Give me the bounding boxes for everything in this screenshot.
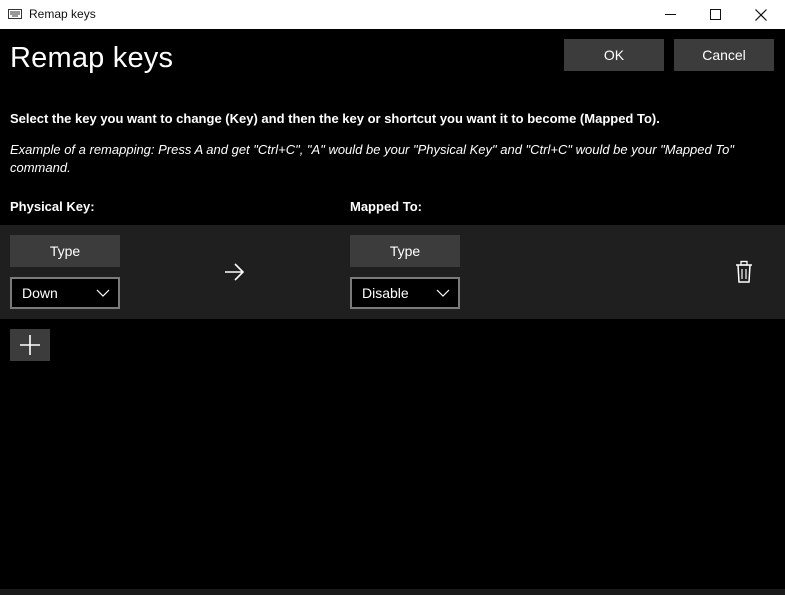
remap-row: Type Down Type Disable [0, 225, 785, 319]
arrow-right-icon [225, 263, 245, 281]
example-text: Example of a remapping: Press A and get … [10, 142, 734, 175]
close-button[interactable] [738, 0, 784, 29]
plus-icon [20, 335, 40, 355]
keyboard-icon [8, 9, 22, 19]
remap-keys-window: Remap keys Remap keys OK Cancel Select t… [0, 0, 785, 595]
physical-key-value: Down [22, 285, 58, 301]
instructions-text: Select the key you want to change (Key) … [10, 111, 660, 126]
mapped-key-value: Disable [362, 285, 409, 301]
add-remap-button[interactable] [10, 329, 50, 361]
physical-type-button[interactable]: Type [10, 235, 120, 267]
page-title: Remap keys [10, 42, 174, 74]
mapped-to-label: Mapped To: [350, 199, 422, 214]
minimize-icon [664, 14, 676, 15]
physical-key-dropdown[interactable]: Down [10, 277, 120, 309]
chevron-down-icon [436, 289, 450, 297]
trash-icon[interactable] [734, 260, 754, 284]
chevron-down-icon [96, 289, 110, 297]
window-title: Remap keys [29, 7, 96, 21]
physical-key-label: Physical Key: [10, 199, 95, 214]
title-bar: Remap keys [0, 0, 785, 29]
ok-button[interactable]: OK [564, 39, 664, 71]
maximize-button[interactable] [692, 0, 738, 29]
minimize-button[interactable] [647, 0, 693, 29]
mapped-type-button[interactable]: Type [350, 235, 460, 267]
maximize-icon [709, 9, 721, 20]
close-icon [755, 8, 767, 21]
mapped-key-dropdown[interactable]: Disable [350, 277, 460, 309]
cancel-button[interactable]: Cancel [674, 39, 774, 71]
window-bottom-edge [0, 589, 785, 595]
